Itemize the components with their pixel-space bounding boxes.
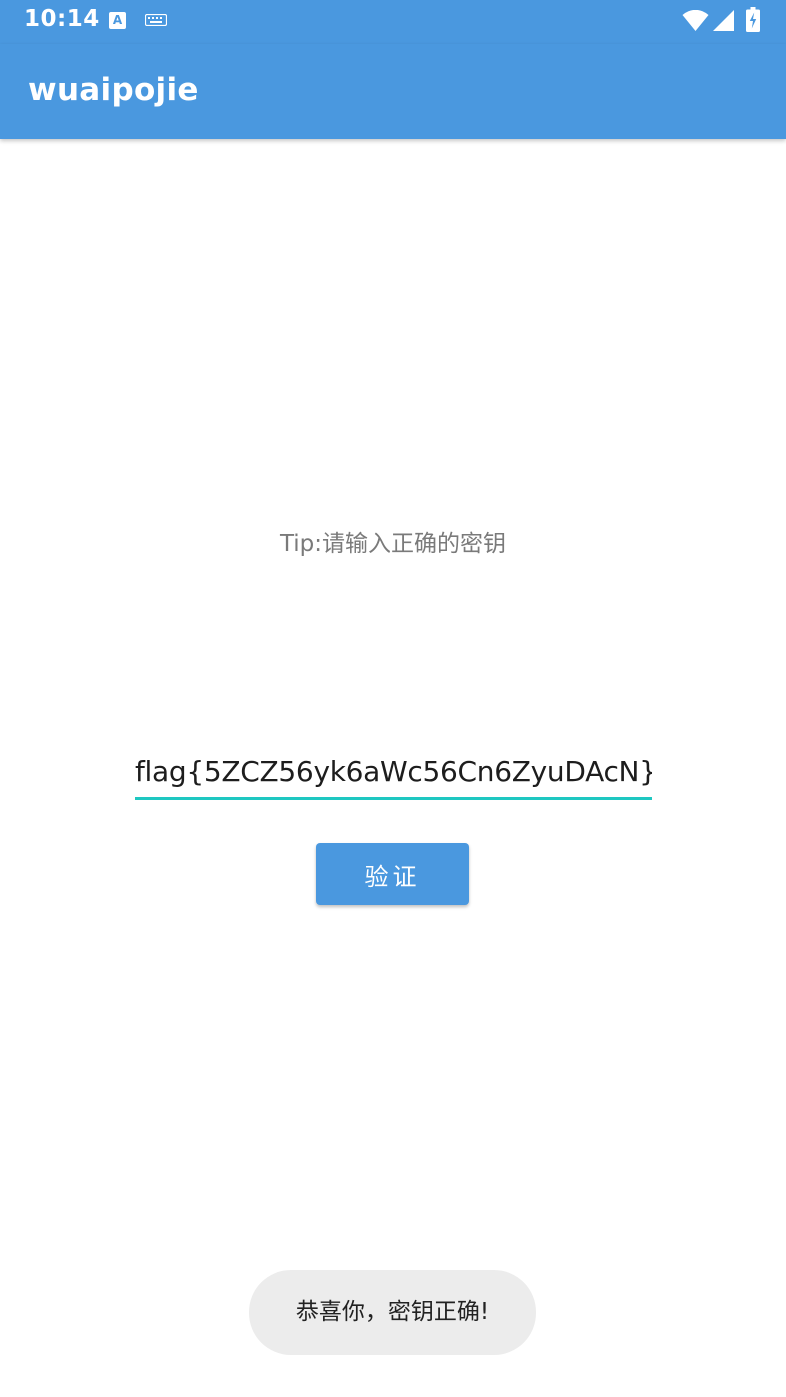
- keyboard-icon: [145, 14, 167, 26]
- tip-text: Tip:请输入正确的密钥: [279, 531, 507, 557]
- wifi-icon: [682, 10, 709, 31]
- verify-button[interactable]: 验证: [316, 843, 469, 905]
- status-time: 10:14: [24, 6, 100, 32]
- key-input[interactable]: [135, 745, 652, 800]
- toast-message: 恭喜你，密钥正确!: [249, 1270, 536, 1355]
- app-screen: 10:14 A wuaipojie Tip:请输入正确的密钥 验证 恭喜你，密钥…: [0, 0, 786, 1397]
- status-bar: 10:14 A: [0, 0, 786, 44]
- battery-charging-icon: [746, 7, 760, 32]
- cell-signal-icon: [713, 10, 734, 31]
- accessibility-a-icon: A: [109, 12, 126, 29]
- app-bar: wuaipojie: [0, 44, 786, 139]
- app-title: wuaipojie: [28, 72, 199, 108]
